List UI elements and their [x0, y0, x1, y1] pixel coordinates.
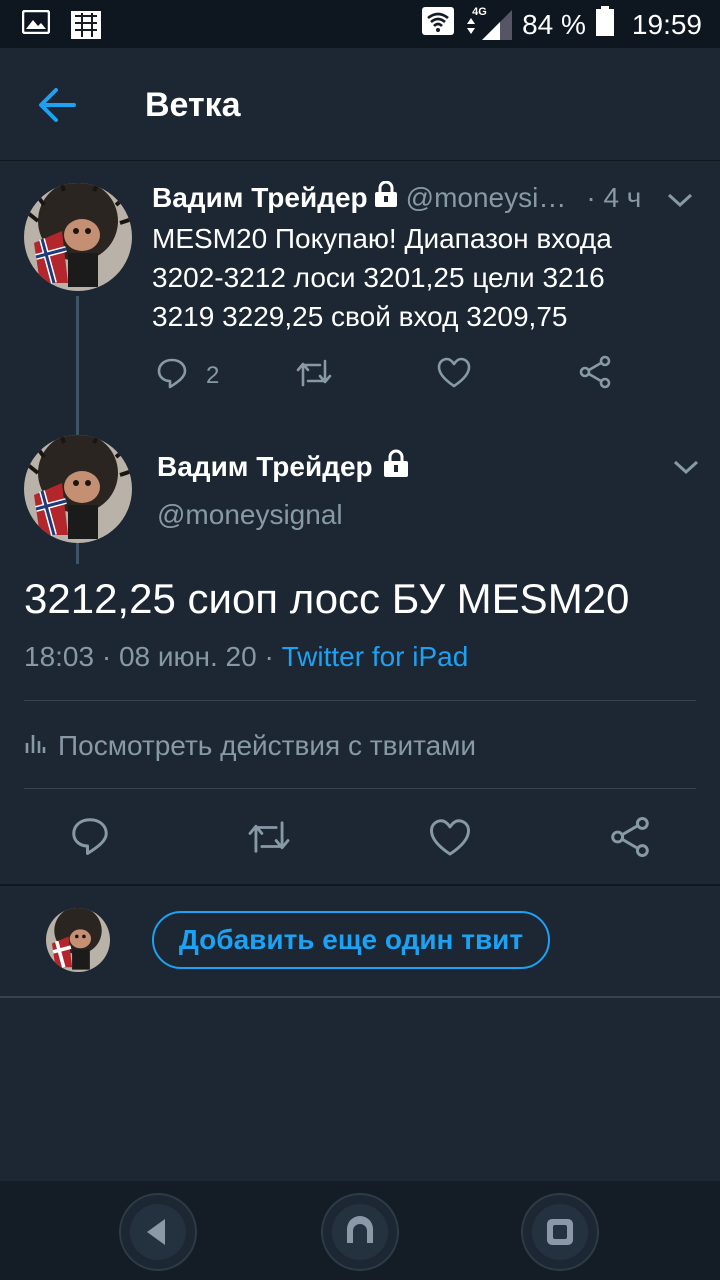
tweet-text: 3212,25 сиоп лосс БУ MESM20	[24, 575, 630, 622]
nav-recents-icon[interactable]	[519, 1191, 601, 1273]
reply-icon	[156, 357, 188, 394]
battery-percent: 84 %	[522, 8, 586, 40]
tweet-source-link[interactable]: Twitter for iPad	[282, 641, 469, 672]
author-handle[interactable]: @moneysignal	[157, 499, 343, 531]
avatar	[46, 908, 110, 972]
clock: 19:59	[631, 8, 702, 40]
divider	[0, 884, 720, 886]
lock-icon	[383, 449, 409, 484]
nav-back-icon[interactable]	[117, 1191, 199, 1273]
add-tweet-button[interactable]: Добавить еще один твит	[152, 911, 550, 969]
reply-count: 2	[206, 361, 220, 389]
tweet-datetime: 18:03 · 08 июн. 20 ·	[24, 641, 282, 672]
divider	[24, 700, 696, 701]
avatar[interactable]	[24, 435, 132, 543]
divider	[0, 996, 720, 998]
share-icon[interactable]	[578, 355, 612, 389]
app-bar: Ветка	[0, 48, 720, 161]
share-icon[interactable]	[609, 816, 651, 858]
retweet-icon[interactable]	[296, 357, 332, 389]
tweet-meta: 18:03 · 08 июн. 20 · Twitter for iPad	[24, 641, 468, 673]
author-handle[interactable]: @moneysi…	[406, 182, 567, 214]
divider	[24, 788, 696, 789]
tweet-text: MESM20 Покупаю! Диапазон входа 3202-3212…	[152, 223, 612, 332]
thread-view: Вадим Трейдер @moneysi… · 4 ч MESM20 Пок…	[0, 161, 720, 1181]
retweet-icon[interactable]	[247, 818, 291, 856]
tweet-time: · 4 ч	[586, 181, 642, 213]
page-title: Ветка	[145, 86, 241, 124]
system-nav-bar	[0, 1181, 720, 1280]
gallery-notification-icon	[21, 9, 51, 45]
author-name[interactable]: Вадим Трейдер	[152, 182, 368, 214]
back-arrow-icon[interactable]	[36, 84, 78, 126]
reply-icon[interactable]	[70, 816, 110, 856]
wifi-icon	[422, 7, 455, 42]
like-icon[interactable]	[437, 357, 471, 389]
analytics-icon	[24, 729, 46, 762]
chevron-down-icon[interactable]	[672, 458, 700, 481]
status-bar: 4G 84 % 19:59	[0, 0, 720, 48]
tweet-activity-label: Посмотреть действия с твитами	[58, 729, 477, 761]
tweet-activity-link[interactable]: Посмотреть действия с твитами	[24, 729, 476, 762]
author-name[interactable]: Вадим Трейдер	[157, 451, 373, 483]
reply-button[interactable]: 2	[156, 357, 219, 394]
avatar[interactable]	[24, 183, 132, 291]
signal-icon: 4G	[464, 6, 513, 40]
chevron-down-icon[interactable]	[666, 191, 694, 214]
lock-icon	[374, 180, 398, 214]
battery-icon	[595, 6, 614, 43]
like-icon[interactable]	[429, 818, 471, 858]
nav-home-icon[interactable]	[319, 1191, 401, 1273]
app-notification-icon	[70, 10, 102, 45]
